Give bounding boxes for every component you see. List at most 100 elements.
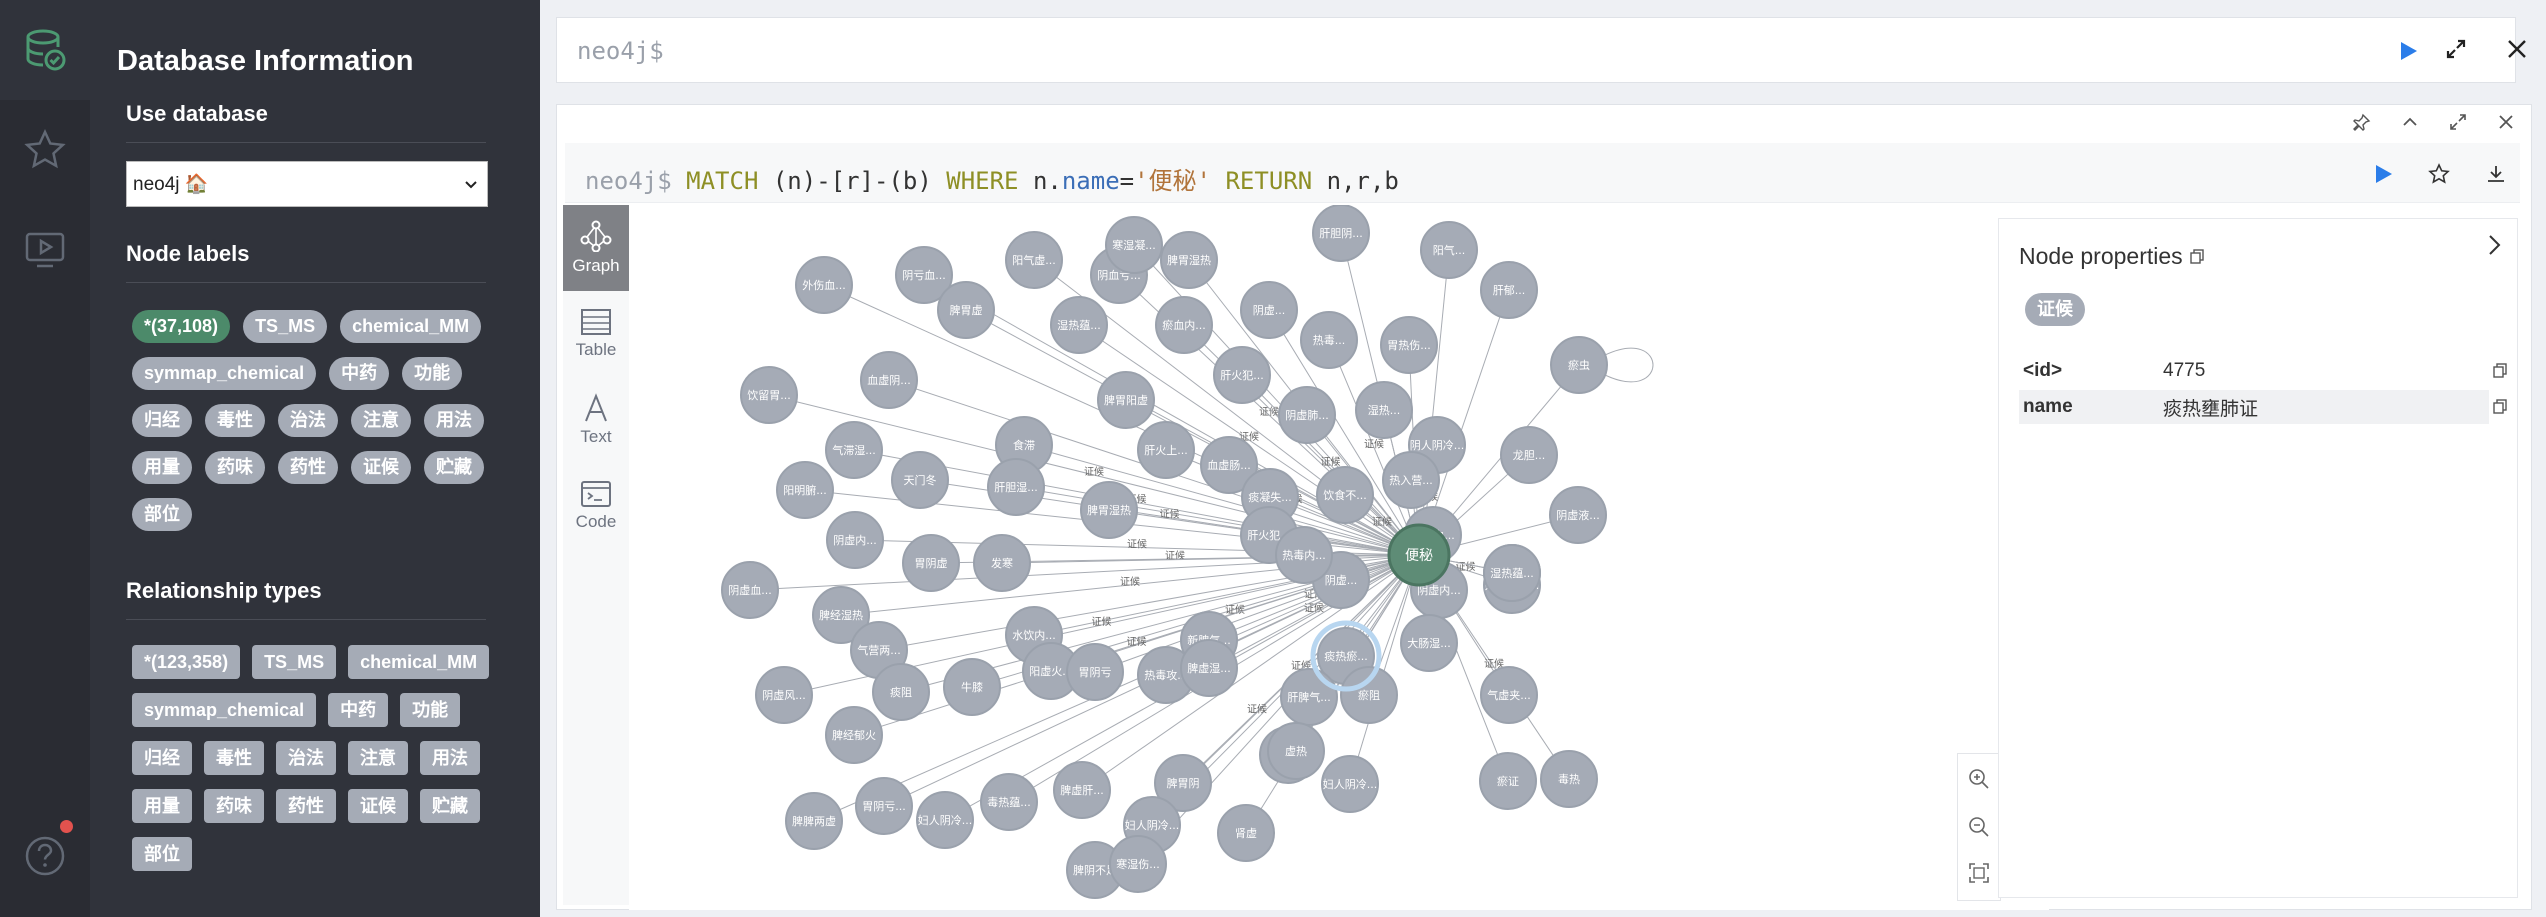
copy-icon[interactable]	[2189, 243, 2205, 269]
close-frame-icon[interactable]	[2497, 113, 2515, 136]
graph-node-label: 阴虚...	[1325, 574, 1358, 587]
star-icon[interactable]	[0, 100, 90, 200]
node-label-pill[interactable]: 贮藏	[424, 451, 484, 484]
close-icon[interactable]	[2506, 38, 2528, 65]
relationship-type-pill[interactable]: TS_MS	[252, 645, 337, 679]
graph-node-label: 食滞	[1013, 438, 1035, 452]
graph-svg[interactable]: 证候证候证候证候证候证候证候证候证候证候证候证候证候证候证候 证候证候证候证候证候…	[629, 205, 2049, 910]
database-icon[interactable]	[0, 0, 90, 100]
graph-canvas[interactable]: 证候 证候 证候 证候 证候 证候 证候 证候 证候 证候 证候 证候 证候 证候 证候 证候 证候 证候 证候 证候…	[629, 205, 2049, 910]
graph-node-label: 阴亏血...	[902, 268, 946, 282]
play-guide-icon[interactable]	[0, 200, 90, 300]
graph-node-label: 胃阴虚	[915, 557, 948, 570]
query-keyword: WHERE	[946, 167, 1019, 195]
fit-view-icon[interactable]	[1968, 862, 1990, 889]
graph-node-label: 气虚夹...	[1487, 688, 1531, 702]
relationship-type-list: *(123,358) TS_MS chemical_MM symmap_chem…	[132, 645, 512, 871]
graph-node-label: 肝火犯...	[1220, 369, 1264, 382]
database-select[interactable]: neo4j 🏠	[126, 161, 488, 207]
node-label-pill[interactable]: 用法	[424, 404, 484, 437]
graph-node-label: 脾胃湿热	[1167, 253, 1211, 267]
copy-icon[interactable]	[2492, 398, 2508, 420]
zoom-in-icon[interactable]	[1968, 768, 1990, 795]
main-area: neo4j$ neo4j$ MATCH (n)-[r]-(b) WHERE n.…	[540, 0, 2546, 917]
node-label-chip[interactable]: 证候	[2025, 293, 2085, 326]
node-label-pill[interactable]: chemical_MM	[340, 310, 482, 343]
relationship-type-pill[interactable]: 功能	[400, 693, 461, 727]
tab-code[interactable]: Code	[563, 463, 629, 549]
relationship-type-pill[interactable]: 中药	[328, 693, 389, 727]
graph-node-label: 肝脾气...	[1287, 690, 1331, 704]
relationship-type-pill[interactable]: chemical_MM	[348, 645, 490, 679]
graph-node-label: 阴人阴冷...	[1410, 439, 1465, 452]
node-label-pill[interactable]: *(37,108)	[132, 310, 231, 343]
divider	[126, 619, 486, 620]
graph-node-label: 牛膝	[961, 680, 983, 694]
node-label-pill[interactable]: TS_MS	[243, 310, 328, 343]
relationship-type-pill[interactable]: 贮藏	[420, 789, 480, 823]
text-icon	[585, 393, 607, 422]
graph-node-label: 脾胃湿热	[1087, 503, 1131, 517]
pin-icon[interactable]	[2353, 113, 2371, 136]
edge-label: 证候	[1259, 405, 1279, 418]
tab-graph-label: Graph	[572, 256, 620, 275]
query-pattern: (n)-[r]-(b)	[758, 167, 947, 195]
relationship-type-pill[interactable]: 药性	[276, 789, 336, 823]
fullscreen-icon[interactable]	[2449, 113, 2467, 136]
node-label-pill[interactable]: 证候	[351, 451, 411, 484]
relationship-type-pill[interactable]: *(123,358)	[132, 645, 241, 679]
graph-node-label: 阳明腑...	[783, 483, 827, 497]
node-label-pill[interactable]: 毒性	[205, 404, 265, 437]
node-label-pill[interactable]: 治法	[278, 404, 338, 437]
frame-query-bar[interactable]: neo4j$ MATCH (n)-[r]-(b) WHERE n.name='便…	[565, 143, 2520, 203]
relationship-type-pill[interactable]: symmap_chemical	[132, 693, 317, 727]
relationship-type-pill[interactable]: 部位	[132, 837, 192, 871]
relationship-type-pill[interactable]: 注意	[348, 741, 408, 775]
graph-node-label: 瘀虫	[1568, 358, 1590, 372]
favorite-star-icon[interactable]	[2428, 163, 2450, 190]
node-label-pill[interactable]: 注意	[351, 404, 411, 437]
graph-node-label: 阴虚肺...	[1285, 409, 1329, 422]
tab-text[interactable]: Text	[563, 377, 629, 463]
maximize-icon[interactable]	[2445, 38, 2467, 65]
relationship-type-pill[interactable]: 归经	[132, 741, 192, 775]
graph-node-label: 肝胆阴...	[1319, 227, 1363, 240]
node-label-pill[interactable]: 归经	[132, 404, 192, 437]
relationship-type-pill[interactable]: 证候	[348, 789, 408, 823]
relationship-types-title: Relationship types	[126, 578, 322, 603]
collapse-icon[interactable]	[2401, 113, 2419, 136]
graph-node-label: 阴虚风...	[762, 689, 806, 702]
zoom-out-icon[interactable]	[1968, 816, 1990, 843]
neo4j-browser: Database Information Use database neo4j …	[0, 0, 2546, 917]
run-icon[interactable]	[2372, 163, 2394, 190]
cypher-editor[interactable]: neo4j$	[556, 17, 2516, 83]
relationship-type-pill[interactable]: 药味	[204, 789, 264, 823]
copy-icon[interactable]	[2492, 362, 2508, 384]
tab-table[interactable]: Table	[563, 291, 629, 377]
node-label-pill[interactable]: 药味	[205, 451, 265, 484]
node-label-pill[interactable]: symmap_chemical	[132, 357, 317, 390]
edge-label: 证候	[1364, 438, 1384, 451]
self-loop-edge[interactable]	[1604, 347, 1654, 383]
node-label-pill[interactable]: 功能	[402, 357, 463, 390]
edge-label: 证候	[1120, 575, 1140, 588]
relationship-type-pill[interactable]: 用量	[132, 789, 192, 823]
query-keyword: MATCH	[686, 167, 759, 195]
relationship-type-pill[interactable]: 治法	[276, 741, 336, 775]
tab-table-label: Table	[575, 340, 617, 359]
download-icon[interactable]	[2485, 163, 2507, 190]
node-label-pill[interactable]: 药性	[278, 451, 338, 484]
edge-label: 证候	[1247, 703, 1267, 716]
graph-node-label: 毒热蕴...	[987, 796, 1031, 809]
graph-node-label: 血虚阴...	[867, 373, 911, 387]
graph-node-label: 痰阻	[890, 685, 912, 699]
tab-graph[interactable]: Graph	[563, 205, 629, 291]
relationship-type-pill[interactable]: 用法	[420, 741, 480, 775]
node-label-pill[interactable]: 部位	[132, 498, 192, 531]
chevron-right-icon[interactable]	[2484, 233, 2504, 262]
relationship-type-pill[interactable]: 毒性	[204, 741, 264, 775]
help-icon[interactable]	[0, 806, 90, 906]
node-label-pill[interactable]: 中药	[329, 357, 390, 390]
run-icon[interactable]	[2397, 40, 2419, 67]
node-label-pill[interactable]: 用量	[132, 451, 192, 484]
